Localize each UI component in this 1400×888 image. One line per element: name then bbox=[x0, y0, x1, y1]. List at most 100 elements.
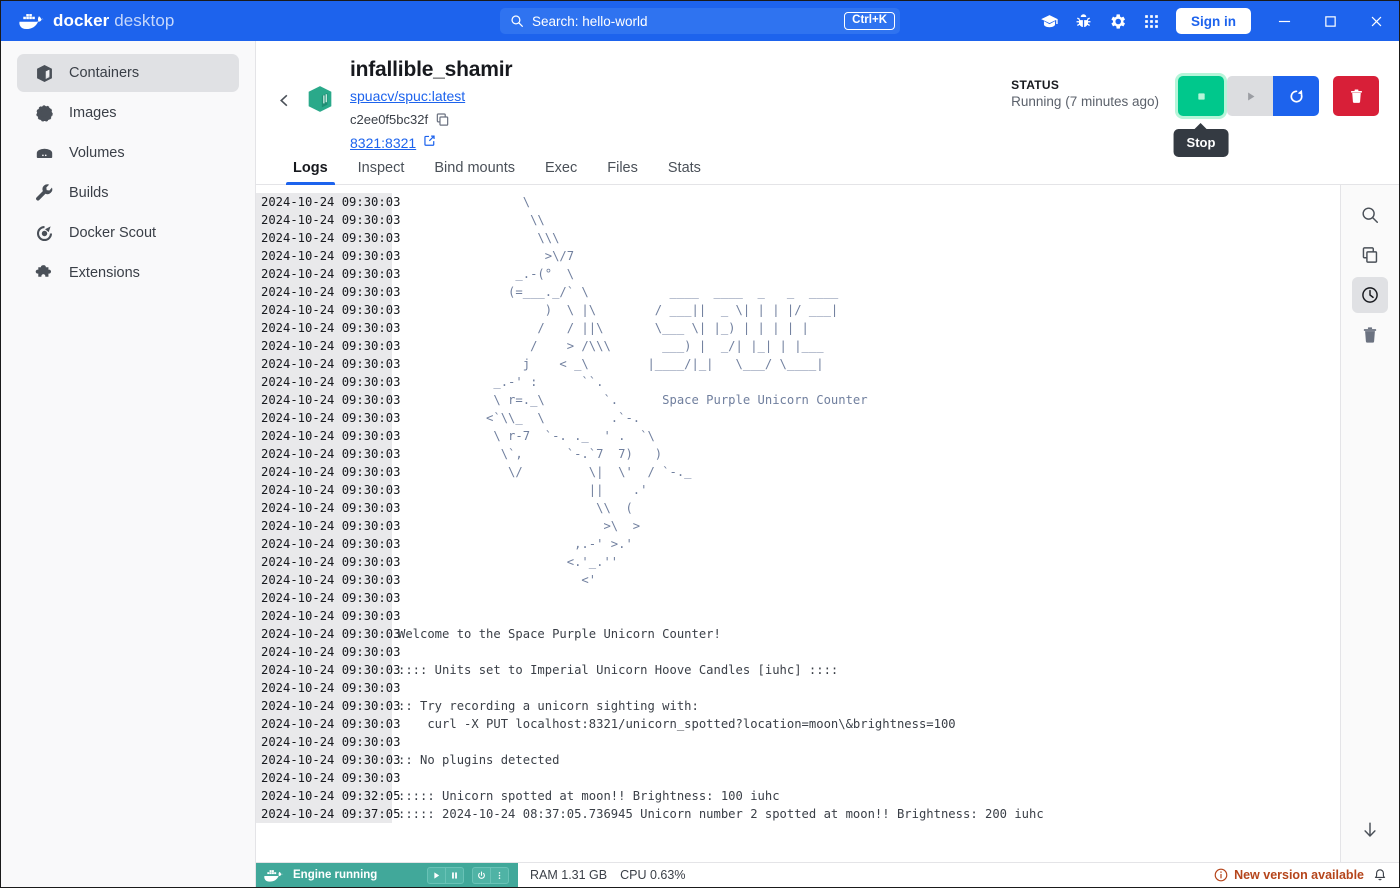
container-port-link[interactable]: 8321:8321 bbox=[350, 135, 416, 151]
window-close-button[interactable] bbox=[1353, 1, 1399, 41]
volumes-icon bbox=[33, 142, 55, 164]
start-button[interactable] bbox=[1227, 76, 1273, 116]
sidebar-item-containers[interactable]: Containers bbox=[17, 54, 239, 92]
log-timestamp: 2024-10-24 09:30:03 bbox=[256, 715, 400, 733]
container-id-row: c2ee0f5bc32f bbox=[350, 112, 512, 127]
log-timestamp: 2024-10-24 09:30:03 bbox=[256, 463, 400, 481]
container-name: infallible_shamir bbox=[350, 58, 513, 81]
engine-power-button[interactable] bbox=[472, 866, 491, 884]
log-row: 2024-10-24 09:30:03 \\ ( bbox=[256, 499, 1340, 517]
engine-pause-button[interactable] bbox=[445, 866, 464, 884]
log-timestamp: 2024-10-24 09:30:03 bbox=[256, 355, 400, 373]
log-timestamp: 2024-10-24 09:30:03 bbox=[256, 319, 400, 337]
sidebar-item-builds[interactable]: Builds bbox=[17, 174, 239, 212]
log-row: 2024-10-24 09:32:05::::: Unicorn spotted… bbox=[256, 787, 1340, 805]
log-timestamp: 2024-10-24 09:30:03 bbox=[256, 661, 400, 679]
log-search-button[interactable] bbox=[1352, 197, 1388, 233]
container-image-link[interactable]: spuacv/spuc:latest bbox=[350, 88, 465, 104]
notifications-button[interactable] bbox=[1371, 866, 1389, 884]
log-message: \/ \| \' / `-._ bbox=[398, 465, 692, 479]
log-row: 2024-10-24 09:30:03 bbox=[256, 679, 1340, 697]
open-in-browser-button[interactable] bbox=[423, 134, 436, 152]
apps-grid-button[interactable] bbox=[1134, 1, 1168, 41]
sidebar-item-docker-scout[interactable]: Docker Scout bbox=[17, 214, 239, 252]
back-button[interactable] bbox=[270, 86, 298, 114]
learning-center-button[interactable] bbox=[1032, 1, 1066, 41]
bug-report-button[interactable] bbox=[1066, 1, 1100, 41]
log-message: || .' bbox=[398, 483, 648, 497]
cpu-usage: CPU 0.63% bbox=[620, 868, 686, 882]
log-message: ::::: 2024-10-24 08:37:05.736945 Unicorn… bbox=[398, 807, 1044, 821]
log-timestamp: 2024-10-24 09:30:03 bbox=[256, 247, 400, 265]
sign-in-button[interactable]: Sign in bbox=[1176, 8, 1251, 34]
scroll-to-bottom-button[interactable] bbox=[1352, 812, 1388, 848]
tab-bind-mounts[interactable]: Bind mounts bbox=[419, 160, 530, 184]
log-message: ::::: Unicorn spotted at moon!! Brightne… bbox=[398, 789, 780, 803]
trash-icon bbox=[1350, 89, 1362, 103]
log-row: 2024-10-24 09:30:03 >\/7 bbox=[256, 247, 1340, 265]
tab-exec[interactable]: Exec bbox=[530, 160, 592, 184]
sidebar-item-label: Containers bbox=[69, 65, 140, 81]
play-icon bbox=[434, 871, 440, 879]
pause-icon bbox=[452, 871, 457, 879]
log-timestamp: 2024-10-24 09:30:03 bbox=[256, 409, 400, 427]
brand-title: docker desktop bbox=[53, 11, 174, 31]
log-output[interactable]: 2024-10-24 09:30:03 \ 2024-10-24 09:30:03… bbox=[256, 185, 1340, 862]
engine-start-button[interactable] bbox=[427, 866, 446, 884]
settings-button[interactable] bbox=[1100, 1, 1134, 41]
log-message: <.'_.'' bbox=[398, 555, 619, 569]
container-id: c2ee0f5bc32f bbox=[350, 112, 429, 127]
log-row: 2024-10-24 09:30:03 >\ > bbox=[256, 517, 1340, 535]
copy-id-button[interactable] bbox=[435, 112, 450, 127]
engine-more-button[interactable] bbox=[490, 866, 509, 884]
bug-icon bbox=[1076, 13, 1090, 27]
log-clear-button[interactable] bbox=[1352, 317, 1388, 353]
log-timestamp: 2024-10-24 09:32:05 bbox=[256, 787, 400, 805]
apps-grid-icon bbox=[1144, 14, 1158, 28]
search-input[interactable]: Search: hello-world Ctrl+K bbox=[500, 8, 900, 34]
log-message bbox=[392, 643, 398, 661]
tab-files[interactable]: Files bbox=[592, 160, 653, 184]
sidebar-item-extensions[interactable]: Extensions bbox=[17, 254, 239, 292]
log-timestamp: 2024-10-24 09:30:03 bbox=[256, 679, 400, 697]
stop-button[interactable] bbox=[1178, 76, 1224, 116]
log-row: 2024-10-24 09:30:03 j < _\ |____/|_| \__… bbox=[256, 355, 1340, 373]
new-version-notice[interactable]: New version available bbox=[1214, 868, 1364, 882]
delete-button[interactable] bbox=[1333, 76, 1379, 116]
log-row: 2024-10-24 09:30:03 || .' bbox=[256, 481, 1340, 499]
log-row: 2024-10-24 09:30:03 / > /\\\ ___) | _/| … bbox=[256, 337, 1340, 355]
log-message: >\ > bbox=[398, 519, 641, 533]
ram-usage: RAM 1.31 GB bbox=[530, 868, 608, 882]
log-row: 2024-10-24 09:30:03 bbox=[256, 607, 1340, 625]
log-row: 2024-10-24 09:30:03 \\ bbox=[256, 211, 1340, 229]
sidebar-item-label: Volumes bbox=[69, 145, 125, 161]
extensions-puzzle-icon bbox=[33, 262, 55, 284]
sidebar-item-label: Docker Scout bbox=[69, 225, 157, 241]
docker-desktop-brand: docker desktop bbox=[1, 11, 174, 31]
engine-controls bbox=[427, 866, 509, 884]
log-row: 2024-10-24 09:30:03 \ r-7 `-. ._ ' . `\ bbox=[256, 427, 1340, 445]
restart-button[interactable] bbox=[1273, 76, 1319, 116]
log-message: \`, `-.`7 7) ) bbox=[398, 447, 663, 461]
sidebar-item-images[interactable]: Images bbox=[17, 94, 239, 132]
window-maximize-button[interactable] bbox=[1307, 1, 1353, 41]
docker-desktop-window: docker desktop Search: hello-world Ctrl+… bbox=[0, 0, 1400, 888]
log-timestamps-button[interactable] bbox=[1352, 277, 1388, 313]
resource-usage: RAM 1.31 GB CPU 0.63% bbox=[518, 863, 685, 887]
log-timestamp: 2024-10-24 09:30:03 bbox=[256, 193, 400, 211]
tab-logs[interactable]: Logs bbox=[278, 160, 343, 185]
window-minimize-button[interactable] bbox=[1261, 1, 1307, 41]
sidebar: Containers Images Volumes Builds Docker … bbox=[1, 41, 256, 887]
log-row: 2024-10-24 09:30:03:: No plugins detecte… bbox=[256, 751, 1340, 769]
gear-icon bbox=[1110, 13, 1125, 29]
sidebar-item-volumes[interactable]: Volumes bbox=[17, 134, 239, 172]
log-message: \\ bbox=[398, 213, 545, 227]
log-row: 2024-10-24 09:30:03 <' bbox=[256, 571, 1340, 589]
log-row: 2024-10-24 09:30:03 <.'_.'' bbox=[256, 553, 1340, 571]
log-row: 2024-10-24 09:30:03 \\\ bbox=[256, 229, 1340, 247]
trash-icon bbox=[1363, 327, 1377, 343]
log-copy-button[interactable] bbox=[1352, 237, 1388, 273]
tab-inspect[interactable]: Inspect bbox=[343, 160, 420, 184]
tab-stats[interactable]: Stats bbox=[653, 160, 716, 184]
main-panel: infallible_shamir spuacv/spuc:latest c2e… bbox=[256, 41, 1399, 887]
